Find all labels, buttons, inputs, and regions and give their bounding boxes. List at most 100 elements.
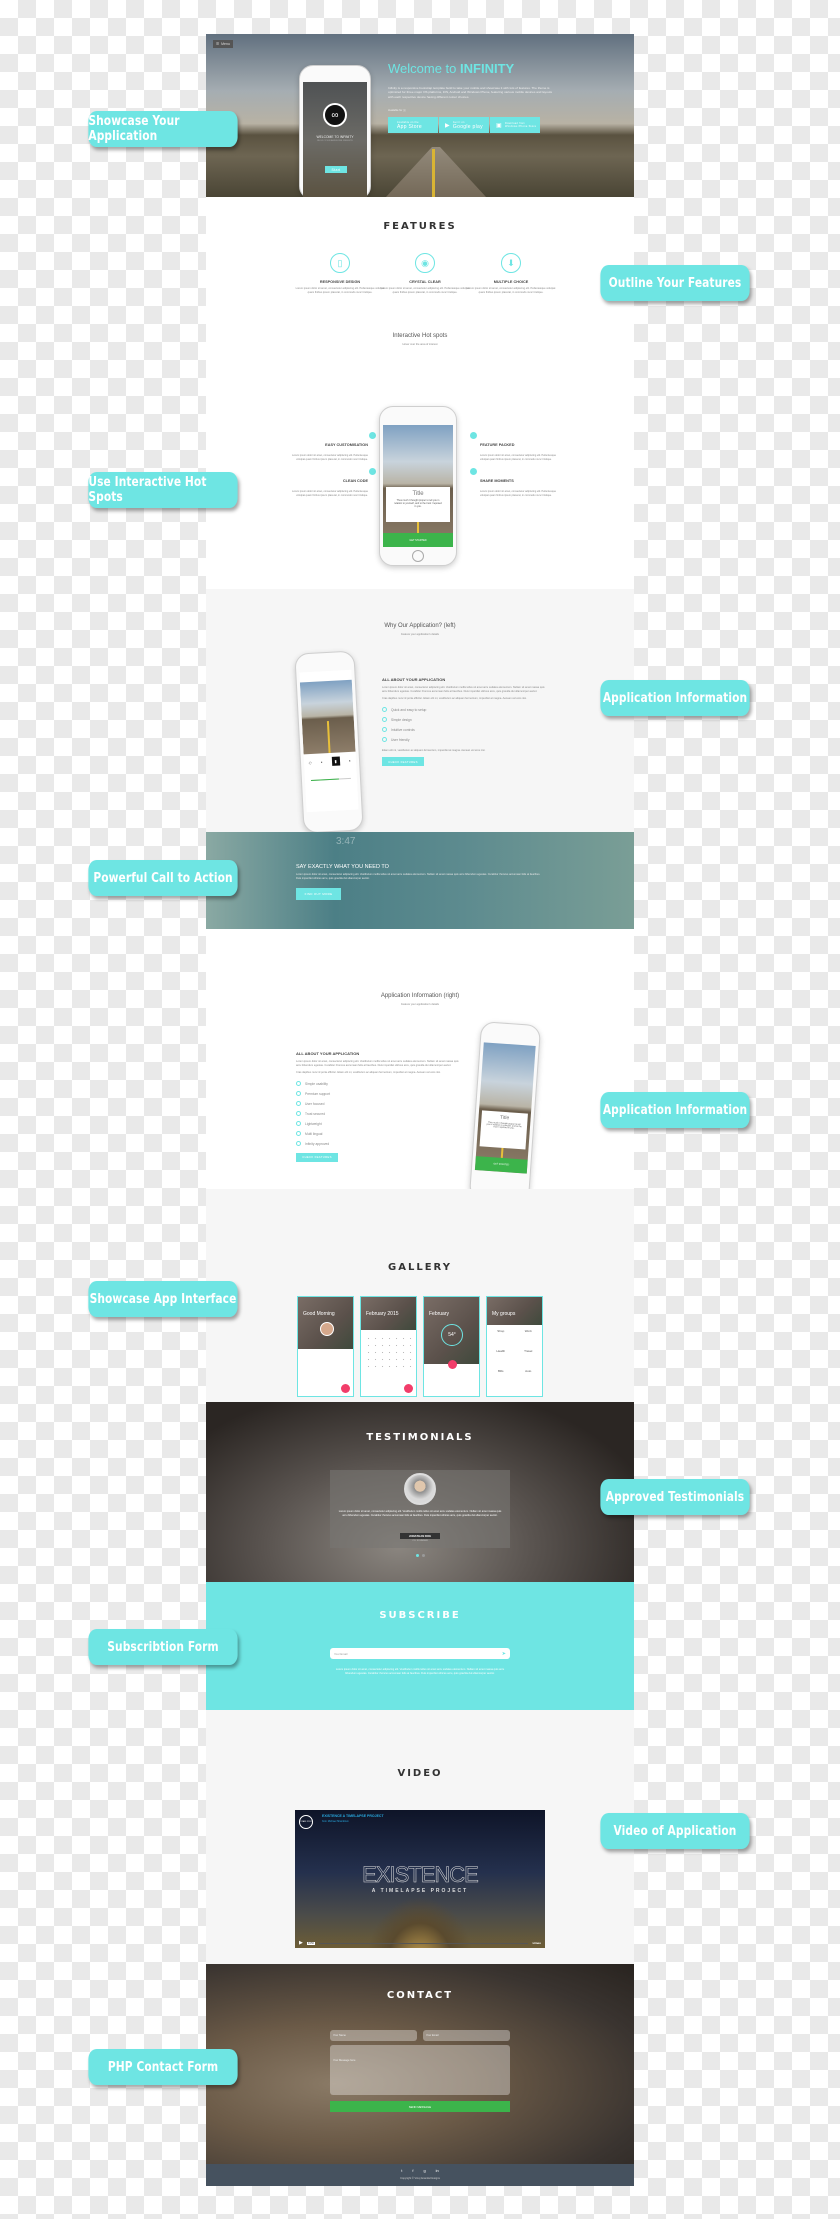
hotspots-subtitle: Hover over the area of interest [402, 343, 438, 346]
features-title: FEATURES [383, 221, 457, 232]
photo-edit-toolbar: ◇ ▪ ▮ ◐ [308, 755, 352, 766]
groups-grid: Shop Work Health Travel Bills Auto [496, 1329, 533, 1373]
video-author[interactable]: from Michael Shainblum [322, 1820, 349, 1823]
check-item: Intuitive controls [382, 725, 547, 735]
video-title-link[interactable]: EXISTENCE A TIMELAPSE PROJECT [322, 1814, 384, 1818]
download-icon: ⬇ [501, 253, 521, 273]
video-controls: ▶ 04:50 vimeo [295, 1938, 545, 1948]
menu-button[interactable]: ☰ Menu [213, 40, 233, 48]
check-item: Simple design [382, 715, 547, 725]
why-content: ALL ABOUT YOUR APPLICATION Lorem ipsum d… [382, 677, 547, 767]
subscribe-title: SUBSCRIBE [379, 1610, 461, 1621]
progress-bar[interactable] [318, 1942, 529, 1944]
landing-page-preview: ☰ Menu ∞ WELCOME TO INFINITY BUILD YOUR A… [206, 34, 634, 2186]
why-subtitle: Feature your application's details [401, 633, 439, 636]
phone-get-started-button[interactable]: GET STARTED [383, 533, 453, 547]
app-info-title: Application Information (right) [380, 993, 460, 999]
testimonials-title: TESTIMONIALS [366, 1432, 474, 1443]
copyright-text: Copyright © Vinoj Ananda Designs [400, 2177, 440, 2180]
social-links: t f g in [206, 2168, 634, 2173]
email-field[interactable]: Your Email [423, 2030, 510, 2041]
check-features-button[interactable]: CHECK FEATURES [382, 757, 424, 767]
phone-get-started-button[interactable]: GET STARTED [474, 1156, 528, 1174]
hotspot-share-moments[interactable]: SHARE MOMENTS Lorem ipsum dolor sit amet… [480, 469, 560, 497]
pagination-dot-active[interactable] [415, 1554, 419, 1557]
check-features-button[interactable]: CHECK FEATURES [296, 1152, 338, 1162]
home-button [412, 550, 424, 562]
app-info-checklist: Simple usability Premium support User fo… [296, 1079, 461, 1149]
windows-store-button[interactable]: ▣ Download from Windows Phone Store [490, 117, 540, 133]
check-circle-icon [296, 1101, 301, 1107]
check-circle-icon [296, 1111, 301, 1117]
check-circle-icon [382, 717, 387, 723]
adjust-slider[interactable] [310, 777, 351, 781]
hotspot-dot[interactable] [470, 468, 477, 475]
phone-time: 3:47 [336, 836, 356, 847]
app-store-button[interactable]: Available on the App Store [388, 117, 438, 133]
why-title: Why Our Application? (left) [384, 623, 456, 629]
hero-description: Infinity is a responsive bootstrap templ… [388, 86, 553, 99]
hero-phone: ∞ WELCOME TO INFINITY BUILD YOUR AWESOME… [299, 65, 371, 197]
hero-title: Welcome to INFINITY [388, 61, 515, 76]
message-textarea[interactable]: Your Message here [330, 2045, 510, 2095]
check-circle-icon [296, 1131, 301, 1137]
hotspot-dot[interactable] [369, 468, 376, 475]
testimonials-section: TESTIMONIALS Lorem ipsum dolor sit amet,… [206, 1402, 634, 1582]
check-item: Infinity approved [296, 1139, 461, 1149]
check-item: User focused [296, 1099, 461, 1109]
testimonial-avatar [404, 1473, 436, 1505]
hotspot-dot[interactable] [369, 432, 376, 439]
gallery-card-weather[interactable]: February 54° [423, 1296, 480, 1397]
check-item: Quick and easy to setup [382, 705, 547, 715]
why-phone: ◇ ▪ ▮ ◐ [294, 650, 364, 834]
facebook-icon[interactable]: f [412, 2168, 413, 2173]
store-buttons: Available on the App Store ▶ Get it on Goog… [388, 117, 540, 133]
video-player[interactable]: STAFF PICK EXISTENCE A TIMELAPSE PROJECT… [295, 1810, 545, 1948]
linkedin-icon[interactable]: in [436, 2168, 439, 2173]
contact-section: CONTACT Your Name Your Email Your Messag… [206, 1964, 634, 2164]
features-section: FEATURES ▯ RESPONSIVE DESIGN Lorem ipsum… [206, 197, 634, 589]
application-information-section: Application Information (right) Feature … [206, 929, 634, 1189]
play-icon[interactable]: ▶ [299, 1940, 303, 1946]
fab-add-button[interactable] [404, 1384, 413, 1393]
fab-add-button[interactable] [341, 1384, 350, 1393]
hotspot-clean-code[interactable]: CLEAN CODE Lorem ipsum dolor sit amet, c… [288, 469, 368, 497]
infinity-logo-icon: ∞ [323, 103, 347, 127]
check-item: Premium support [296, 1089, 461, 1099]
name-field[interactable]: Your Name [330, 2030, 417, 2041]
hotspot-dot[interactable] [470, 432, 477, 439]
check-item: Trust secured [296, 1109, 461, 1119]
google-plus-icon[interactable]: g [423, 2168, 425, 2173]
calendar-grid [365, 1335, 413, 1371]
available-for: Available for ▯▯ [388, 109, 406, 112]
callout-outline-features: Outline Your Features [600, 265, 750, 301]
road-image [386, 147, 486, 197]
callout-app-info: Application Information [600, 1092, 750, 1128]
eye-icon: ◉ [415, 253, 435, 273]
gallery-card-profile[interactable]: Good Morning [297, 1296, 354, 1397]
phone-start-button[interactable]: Start [325, 166, 347, 173]
email-field[interactable]: Your Email ➤ [330, 1648, 510, 1659]
send-message-button[interactable]: SEND MESSAGE [330, 2101, 510, 2112]
hotspot-feature-packed[interactable]: FEATURE PACKED Lorem ipsum dolor sit ame… [480, 433, 560, 461]
twitter-icon[interactable]: t [401, 2168, 402, 2173]
callout-testimonials: Approved Testimonials [600, 1479, 750, 1515]
check-circle-icon [296, 1141, 301, 1147]
vimeo-logo[interactable]: vimeo [532, 1941, 541, 1945]
hamburger-icon: ☰ [216, 42, 220, 46]
send-icon[interactable]: ➤ [502, 1651, 506, 1657]
road-line [432, 149, 435, 197]
google-play-icon: ▶ [445, 122, 450, 129]
windows-icon: ▣ [496, 122, 502, 129]
phone-sub-text: BUILD YOUR AWESOME WEBSITE [317, 140, 353, 142]
callout-hot-spots: Use Interactive Hot Spots [88, 472, 238, 508]
gallery-card-calendar[interactable]: February 2015 [360, 1296, 417, 1397]
google-play-button[interactable]: ▶ Get it on Google play [439, 117, 489, 133]
hotspot-easy-customisation[interactable]: EASY CUSTOMISATION Lorem ipsum dolor sit… [288, 433, 368, 461]
find-out-more-button[interactable]: FIND OUT MORE [296, 888, 341, 900]
gallery-card-groups[interactable]: My groups Shop Work Health Travel Bills Aut… [486, 1296, 543, 1397]
pagination-dot[interactable] [421, 1554, 425, 1557]
callout-call-to-action: Powerful Call to Action [88, 860, 238, 896]
fab-add-button[interactable] [448, 1360, 457, 1369]
app-info-subtitle: Feature your application's details [401, 1003, 439, 1006]
